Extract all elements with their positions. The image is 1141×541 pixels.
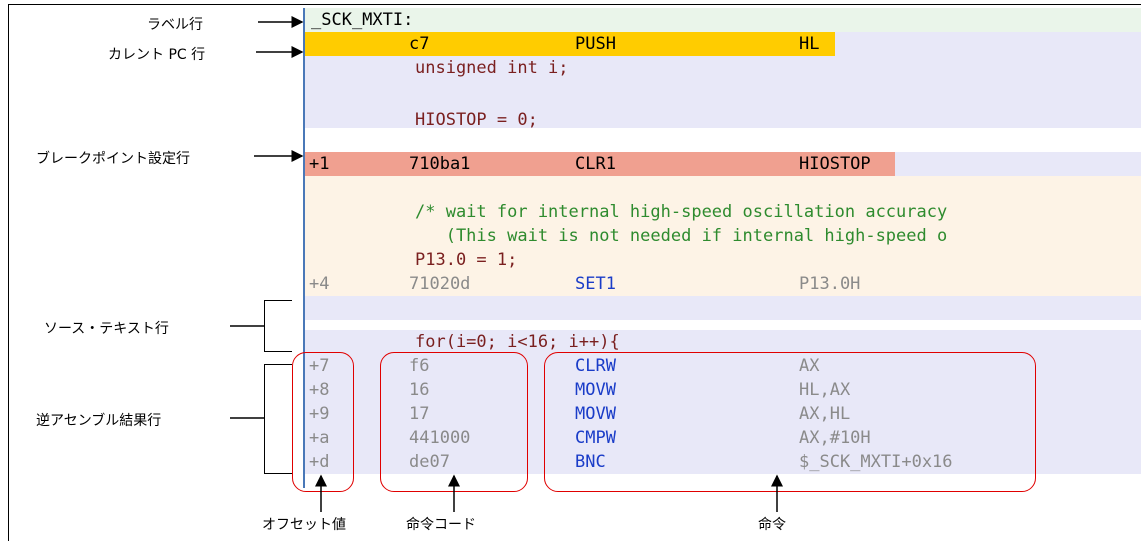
annotation-arrows [230, 16, 783, 512]
